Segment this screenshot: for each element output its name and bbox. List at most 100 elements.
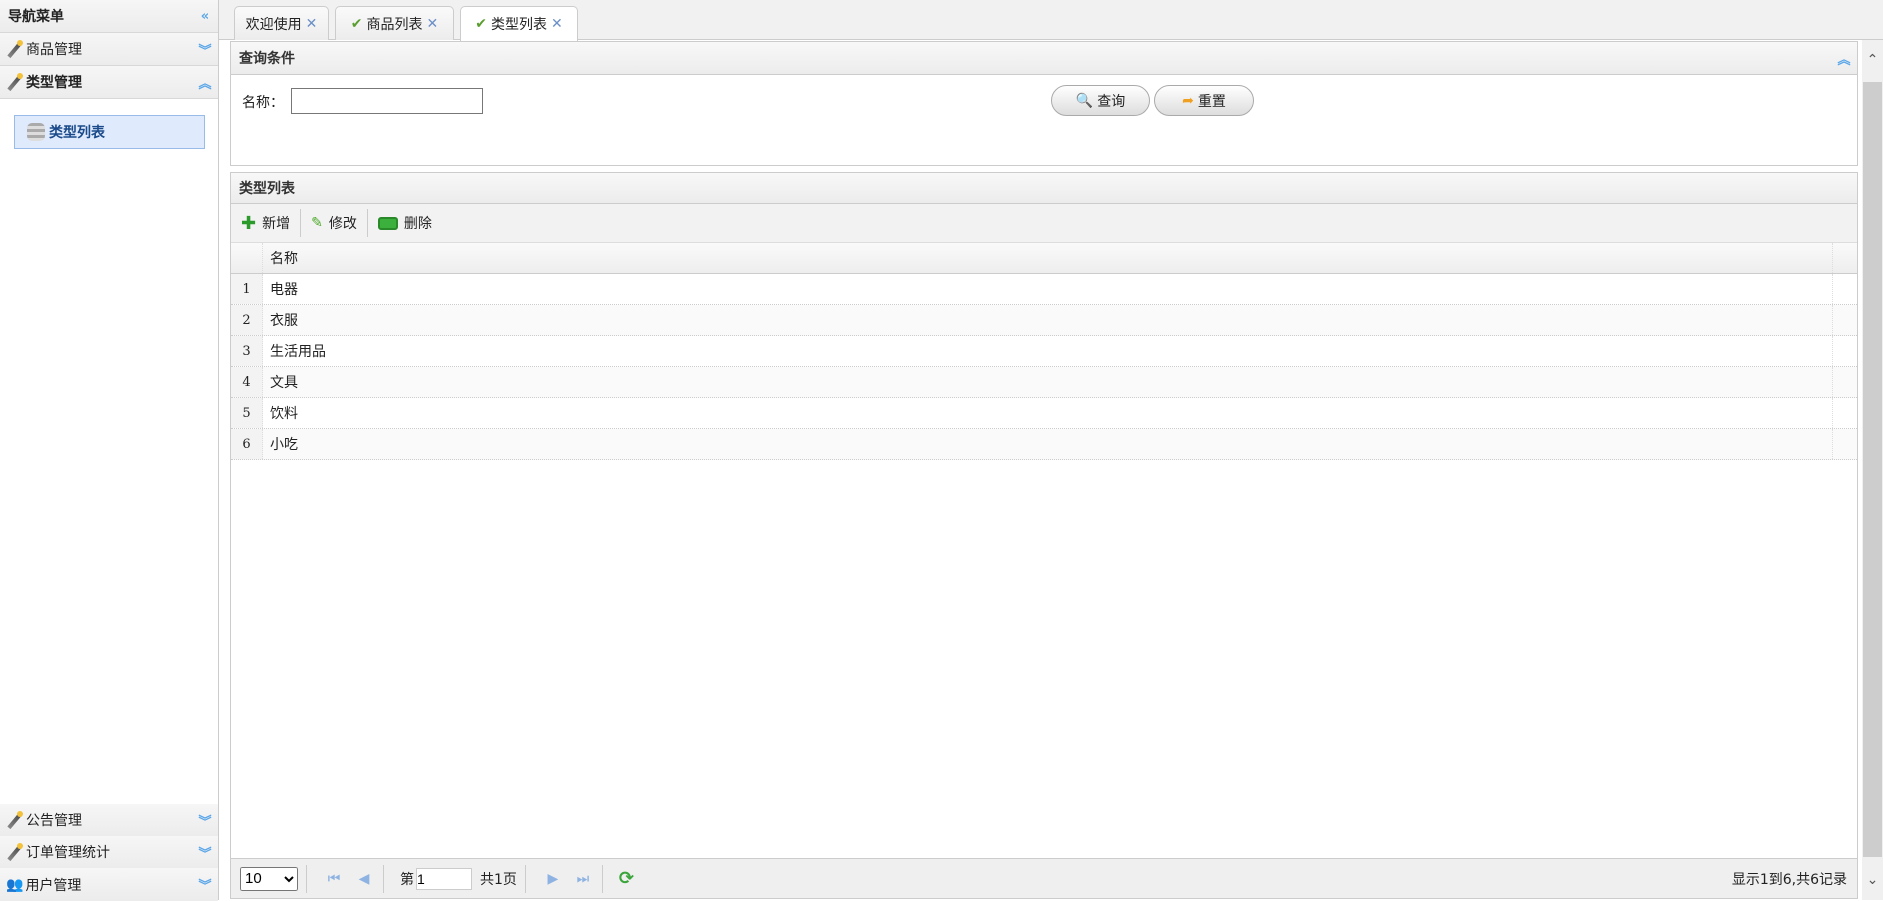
sidebar-header: 导航菜单 « — [0, 0, 218, 33]
separator — [524, 864, 526, 893]
delete-button[interactable]: 删除 — [376, 209, 442, 237]
search-label: 查询 — [1097, 93, 1126, 110]
column-header-name[interactable]: 名称 — [263, 243, 1833, 273]
wand-icon — [6, 40, 24, 58]
wand-icon — [6, 843, 24, 861]
add-label: 新增 — [262, 216, 291, 232]
vertical-scrollbar[interactable]: ⌃ ⌄ — [1862, 40, 1883, 900]
tab-type-list[interactable]: ✔ 类型列表 ✕ — [460, 6, 578, 41]
scrollbar-thumb[interactable] — [1863, 82, 1882, 857]
sidebar-section-notices[interactable]: 公告管理 ︾ — [0, 804, 218, 837]
pencil-icon: ✎ — [311, 215, 323, 231]
chevron-down-icon[interactable]: ︾ — [192, 40, 218, 59]
add-button[interactable]: ✚ 新增 — [239, 209, 300, 237]
first-page-icon[interactable]: ⏮ — [323, 871, 345, 887]
tab-goods-list[interactable]: ✔ 商品列表 ✕ — [335, 6, 454, 40]
reset-arrow-icon: ➦ — [1182, 92, 1194, 109]
table-row[interactable]: 5 饮料 — [231, 398, 1857, 429]
wand-icon — [6, 73, 24, 91]
cell-name: 文具 — [263, 367, 1833, 397]
cell-name: 生活用品 — [263, 336, 1833, 366]
database-icon — [27, 123, 45, 141]
type-list-panel: 类型列表 ✚ 新增 ✎ 修改 删除 名称 1 电器 2 衣服 3 生活用品 4 文具 5 饮料… — [230, 172, 1858, 899]
table-row[interactable]: 2 衣服 — [231, 305, 1857, 336]
prev-page-icon[interactable]: ◀ — [353, 871, 375, 887]
sidebar-section-users[interactable]: 👥 用户管理 ︾ — [0, 868, 218, 901]
row-number: 1 — [231, 274, 263, 304]
search-button[interactable]: 🔍 查询 — [1051, 85, 1150, 116]
section-label: 类型管理 — [26, 75, 82, 91]
reset-button[interactable]: ➦ 重置 — [1154, 85, 1254, 116]
table-row[interactable]: 6 小吃 — [231, 429, 1857, 460]
sidebar-section-goods[interactable]: 商品管理 ︾ — [0, 33, 218, 66]
name-label: 名称： — [242, 95, 284, 111]
tab-strip: 欢迎使用 ✕ ✔ 商品列表 ✕ ✔ 类型列表 ✕ — [219, 0, 1883, 41]
item-label: 类型列表 — [49, 125, 105, 141]
tab-label: 商品列表 — [366, 16, 423, 33]
cell-name: 衣服 — [263, 305, 1833, 335]
tab-label: 欢迎使用 — [245, 16, 302, 33]
close-icon[interactable]: ✕ — [427, 16, 439, 32]
list-title: 类型列表 — [231, 173, 1857, 204]
check-icon: ✔ — [350, 15, 363, 32]
sidebar-item-type-list[interactable]: 类型列表 — [14, 115, 205, 149]
next-page-icon[interactable]: ▶ — [542, 871, 564, 887]
sidebar-section-orders[interactable]: 订单管理统计 ︾ — [0, 836, 218, 869]
scroll-up-icon[interactable]: ⌃ — [1862, 40, 1883, 80]
page-prefix: 第 — [400, 871, 414, 888]
check-icon: ✔ — [475, 16, 487, 32]
page-total: 共1页 — [480, 871, 517, 888]
chevron-down-icon[interactable]: ︾ — [192, 811, 218, 830]
refresh-icon[interactable]: ⟳ — [619, 868, 634, 889]
close-icon[interactable]: ✕ — [551, 16, 563, 32]
chevron-down-icon[interactable]: ︾ — [192, 843, 218, 862]
table-row[interactable]: 4 文具 — [231, 367, 1857, 398]
edit-button[interactable]: ✎ 修改 — [309, 209, 367, 237]
separator — [366, 209, 368, 237]
row-number: 5 — [231, 398, 263, 428]
table-row[interactable]: 3 生活用品 — [231, 336, 1857, 367]
section-label: 商品管理 — [26, 42, 82, 58]
tab-welcome[interactable]: 欢迎使用 ✕ — [234, 6, 329, 40]
cell-name: 电器 — [263, 274, 1833, 304]
sidebar: 导航菜单 « 商品管理 ︾ 类型管理 ︽ 类型列表 公告管理 ︾ 订单管理统计 ︾ 👥 用户… — [0, 0, 219, 901]
chevron-up-icon[interactable]: ︽ — [192, 73, 218, 92]
row-number: 3 — [231, 336, 263, 366]
close-icon[interactable]: ✕ — [306, 16, 318, 32]
tab-label: 类型列表 — [491, 17, 547, 33]
sidebar-section-types[interactable]: 类型管理 ︽ — [0, 66, 218, 99]
table-row[interactable]: 1 电器 — [231, 274, 1857, 305]
toolbar: ✚ 新增 ✎ 修改 删除 — [231, 204, 1857, 243]
reset-label: 重置 — [1197, 93, 1226, 110]
query-title: 查询条件 — [239, 51, 295, 67]
row-number: 6 — [231, 429, 263, 459]
separator — [383, 864, 384, 893]
cell-name: 饮料 — [263, 398, 1833, 428]
minus-icon — [377, 216, 398, 230]
chevron-up-icon[interactable]: ︽ — [1831, 49, 1857, 68]
cell-name: 小吃 — [263, 429, 1833, 459]
grid-body: 1 电器 2 衣服 3 生活用品 4 文具 5 饮料 6 小吃 — [231, 274, 1857, 460]
search-icon: 🔍 — [1075, 92, 1094, 109]
chevron-down-icon[interactable]: ︾ — [192, 875, 218, 894]
edit-label: 修改 — [328, 216, 357, 232]
separator — [300, 209, 302, 237]
scroll-down-icon[interactable]: ⌄ — [1862, 860, 1883, 900]
delete-label: 删除 — [403, 216, 432, 232]
page-input[interactable] — [416, 867, 472, 890]
add-icon: ✚ — [241, 212, 257, 234]
grid-header: 名称 — [231, 243, 1857, 274]
section-label: 用户管理 — [25, 877, 82, 894]
collapse-left-icon[interactable]: « — [192, 9, 218, 24]
last-page-icon[interactable]: ⏭ — [572, 871, 594, 887]
row-number: 4 — [231, 367, 263, 397]
page-size-select[interactable]: 10 — [240, 866, 298, 891]
query-panel: 查询条件 ︽ 名称： 🔍 查询 ➦ 重置 — [230, 41, 1858, 166]
name-input[interactable] — [291, 88, 483, 114]
section-label: 订单管理统计 — [26, 845, 110, 861]
sidebar-title: 导航菜单 — [8, 9, 64, 25]
record-summary: 显示1到6,共6记录 — [1731, 871, 1847, 888]
wand-icon — [6, 811, 24, 829]
section-label: 公告管理 — [26, 813, 82, 829]
separator — [306, 864, 307, 893]
